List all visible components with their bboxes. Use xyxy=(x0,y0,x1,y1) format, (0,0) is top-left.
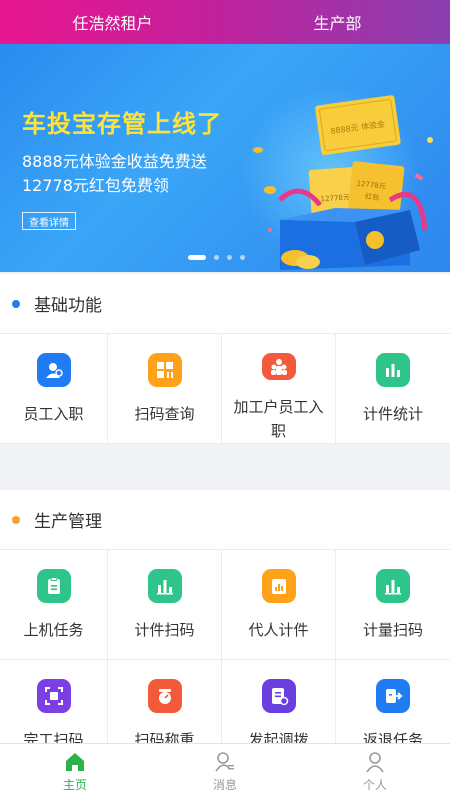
tab-home-label: 主页 xyxy=(62,778,87,792)
employee-onboard-icon xyxy=(36,353,71,387)
home-icon xyxy=(66,753,84,771)
grid-item-machine-task[interactable]: 上机任务 xyxy=(0,550,108,660)
scan-weigh-icon xyxy=(147,679,182,713)
tab-profile[interactable]: 个人 xyxy=(300,744,450,800)
tenant-tab[interactable]: 任浩然租户 xyxy=(0,0,225,44)
grid-item-piece-stats[interactable]: 计件统计 xyxy=(336,334,450,444)
person-icon xyxy=(366,752,384,773)
banner-title: 车投宝存管上线了 xyxy=(22,110,222,138)
carousel-dot-4[interactable] xyxy=(240,255,245,260)
carousel-dot-3[interactable] xyxy=(227,255,232,260)
carousel-dot-1[interactable] xyxy=(188,255,206,260)
grid-item-label: 计件统计 xyxy=(362,405,423,423)
transfer-icon xyxy=(261,679,296,713)
section-bullet xyxy=(12,515,20,524)
processor-onboard-icon xyxy=(261,353,296,380)
proxy-piece-icon xyxy=(261,569,296,603)
piece-scan-icon xyxy=(147,569,182,603)
grid-item-proxy-piece[interactable]: 代人计件 xyxy=(222,550,336,660)
view-details-button[interactable]: 查看详情 xyxy=(22,212,76,230)
basic-functions-grid: 员工入职 扫码查询 加工户员工入职 计件统计 xyxy=(0,334,450,444)
banner-line-1: 8888元体验金收益免费送 xyxy=(22,152,207,171)
section-header-production: 生产管理 xyxy=(0,490,450,550)
top-header: 任浩然租户 生产部 xyxy=(0,0,450,44)
banner-line-2: 12778元红包免费领 xyxy=(22,176,169,195)
grid-item-piece-scan[interactable]: 计件扫码 xyxy=(108,550,222,660)
section-title-basic: 基础功能 xyxy=(34,296,102,316)
tab-home[interactable]: 主页 xyxy=(0,744,150,800)
grid-item-label: 代人计件 xyxy=(248,621,309,639)
grid-item-label: 计件扫码 xyxy=(134,621,195,639)
piece-stats-icon xyxy=(376,353,410,387)
grid-item-label: 计量扫码 xyxy=(362,621,423,639)
machine-task-icon xyxy=(36,569,71,603)
section-header-basic: 基础功能 xyxy=(0,274,450,334)
grid-item-processor-onboard[interactable]: 加工户员工入职 xyxy=(222,334,336,444)
grid-item-label: 上机任务 xyxy=(23,621,84,639)
department-tab[interactable]: 生产部 xyxy=(225,0,450,44)
carousel-dot-2[interactable] xyxy=(214,255,219,260)
measure-scan-icon xyxy=(376,569,410,603)
grid-item-label: 扫码查询 xyxy=(134,405,195,423)
section-title-production: 生产管理 xyxy=(34,512,102,532)
scan-query-icon xyxy=(147,353,182,387)
app-root: 任浩然租户 生产部 车投宝存管上线了 8888元体验金收益免费送 12778元红… xyxy=(0,0,450,800)
complete-scan-icon xyxy=(36,679,71,713)
return-task-icon xyxy=(376,679,410,713)
promo-banner[interactable]: 车投宝存管上线了 8888元体验金收益免费送 12778元红包免费领 查看详情 … xyxy=(0,44,450,272)
message-icon xyxy=(215,752,234,772)
tab-profile-label: 个人 xyxy=(362,778,387,792)
gift-box-illustration: 8888元 体验金 12778元 12778元 红包 xyxy=(253,95,433,270)
production-grid: 上机任务 计件扫码 代人计件 计量扫码 完工扫码 扫码称重 发起调拨 返退任务 xyxy=(0,550,450,770)
carousel-indicator[interactable] xyxy=(188,255,245,260)
grid-item-measure-scan[interactable]: 计量扫码 xyxy=(336,550,450,660)
grid-item-label: 加工户员工入职 xyxy=(233,398,324,440)
tab-messages-label: 消息 xyxy=(212,778,237,792)
bottom-tab-bar: 主页 消息 个人 xyxy=(0,743,450,800)
ticket-c-text: 红包 xyxy=(365,192,380,202)
section-bullet xyxy=(12,299,20,308)
tab-messages[interactable]: 消息 xyxy=(150,744,300,800)
grid-item-employee-onboard[interactable]: 员工入职 xyxy=(0,334,108,444)
grid-item-scan-query[interactable]: 扫码查询 xyxy=(108,334,222,444)
grid-item-label: 员工入职 xyxy=(23,405,84,423)
